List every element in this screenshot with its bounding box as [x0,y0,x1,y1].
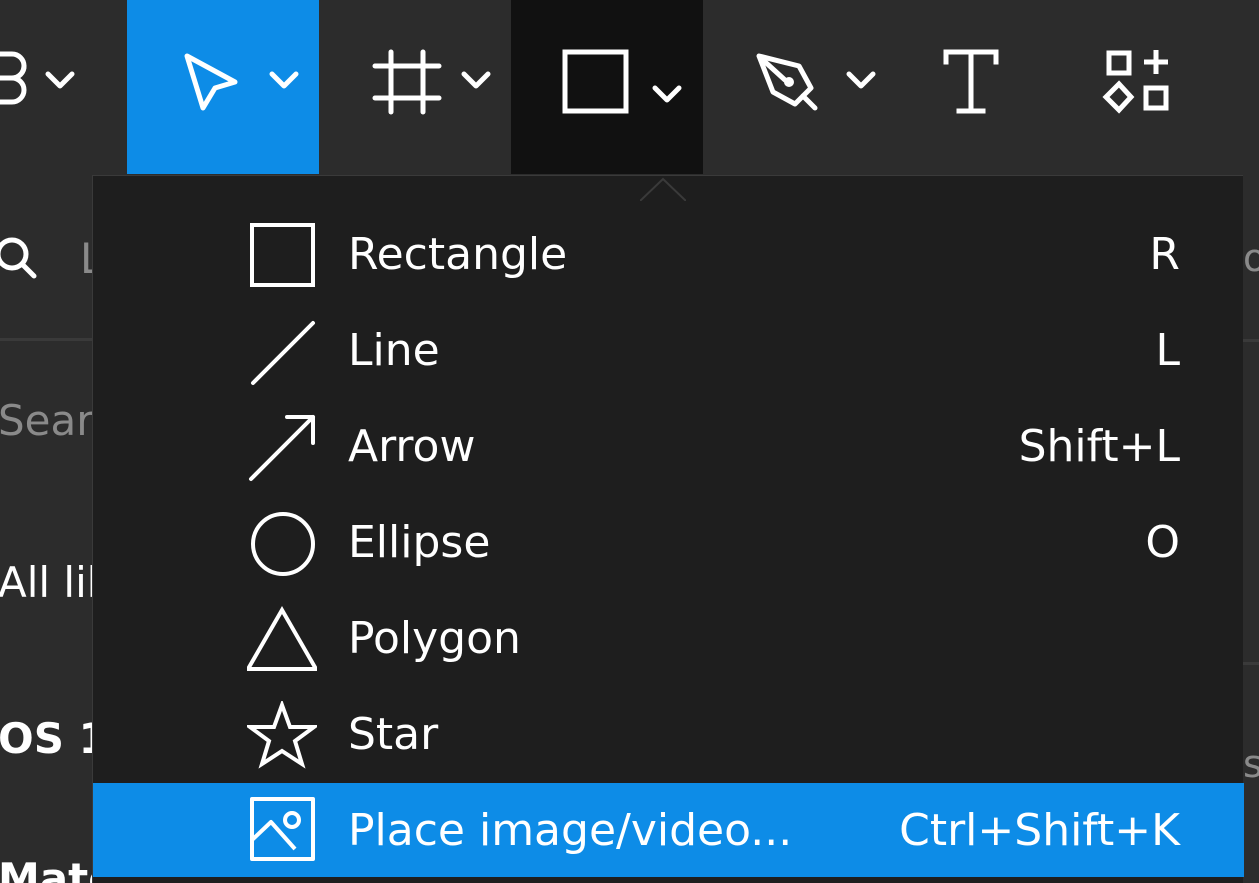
move-tool-button[interactable] [127,0,319,174]
image-icon [250,797,315,861]
menu-item-label: Polygon [348,613,521,664]
menu-item-label: Place image/video... [348,805,793,856]
right-panel: o s [1243,174,1259,883]
menu-item-label: Ellipse [348,517,491,568]
figma-editor: L Searc All lib OS 1 Mate o s Rectangle … [0,0,1259,883]
divider [1243,662,1259,665]
frame-tool-button[interactable] [319,0,511,174]
pen-icon [756,53,876,111]
arrow-icon [249,415,315,481]
divider [1243,339,1259,342]
shape-tool-button[interactable] [511,0,703,174]
text-icon [943,49,999,114]
menu-item-label: Arrow [348,421,476,472]
figma-logo-icon [0,51,75,105]
menu-item-rectangle[interactable]: Rectangle R [93,207,1244,303]
right-panel-text: s [1243,742,1259,786]
main-menu-button[interactable] [0,0,127,174]
star-icon [247,701,317,769]
left-panel: L Searc All lib OS 1 Mate [0,174,117,883]
move-pointer-icon [184,53,299,111]
polygon-icon [247,605,317,671]
search-icon [0,237,37,279]
rectangle-icon [562,49,682,114]
shape-tool-menu: Rectangle R Line L Arrow Shift+L Ellipse… [92,175,1244,883]
menu-item-arrow[interactable]: Arrow Shift+L [93,399,1244,495]
chevron-down-icon [45,71,75,89]
menu-item-star[interactable]: Star [93,687,1244,783]
resources-icon [1102,50,1169,114]
menu-item-shortcut: R [1149,229,1180,280]
rectangle-icon [250,223,315,287]
toolbar [0,0,1259,174]
menu-item-shortcut: L [1155,325,1180,376]
text-tool-button[interactable] [895,0,1055,174]
menu-item-line[interactable]: Line L [93,303,1244,399]
chevron-down-icon [461,71,491,89]
right-panel-text: o [1243,236,1259,280]
divider [0,338,92,341]
line-icon [251,321,315,385]
menu-item-shortcut: O [1145,517,1180,568]
chevron-down-icon [846,71,876,89]
resources-tool-button[interactable] [1055,0,1259,174]
menu-item-shortcut: Ctrl+Shift+K [899,805,1180,856]
frame-icon [372,49,491,115]
menu-item-label: Rectangle [348,229,568,280]
menu-item-place-image[interactable]: Place image/video... Ctrl+Shift+K [93,783,1244,877]
pen-tool-button[interactable] [703,0,895,174]
menu-item-ellipse[interactable]: Ellipse O [93,495,1244,591]
ellipse-icon [251,512,315,576]
menu-caret [640,177,686,201]
menu-item-polygon[interactable]: Polygon [93,591,1244,687]
menu-item-label: Line [348,325,440,376]
menu-item-label: Star [348,709,439,760]
menu-item-shortcut: Shift+L [1018,421,1180,472]
chevron-down-icon [652,85,682,103]
chevron-down-icon [269,71,299,89]
